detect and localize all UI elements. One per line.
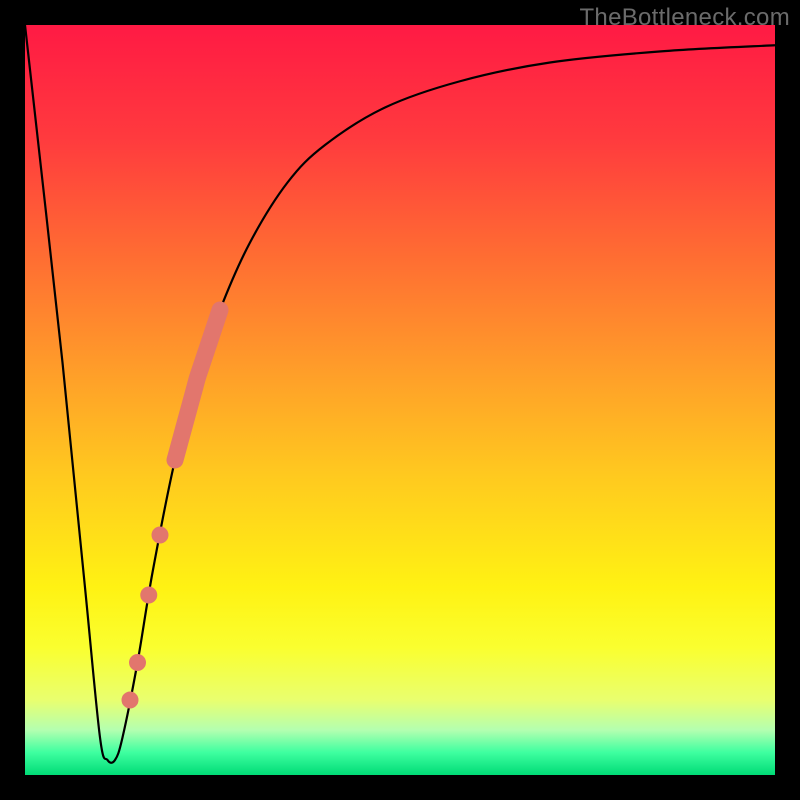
highlight-segment bbox=[175, 310, 220, 460]
highlight-dot bbox=[122, 692, 138, 708]
plot-area bbox=[25, 25, 775, 775]
highlight-dot bbox=[130, 655, 146, 671]
highlight-dot bbox=[141, 587, 157, 603]
curve-layer bbox=[25, 25, 775, 775]
highlight-dot bbox=[152, 527, 168, 543]
bottleneck-curve bbox=[25, 25, 775, 763]
chart-frame: TheBottleneck.com bbox=[0, 0, 800, 800]
